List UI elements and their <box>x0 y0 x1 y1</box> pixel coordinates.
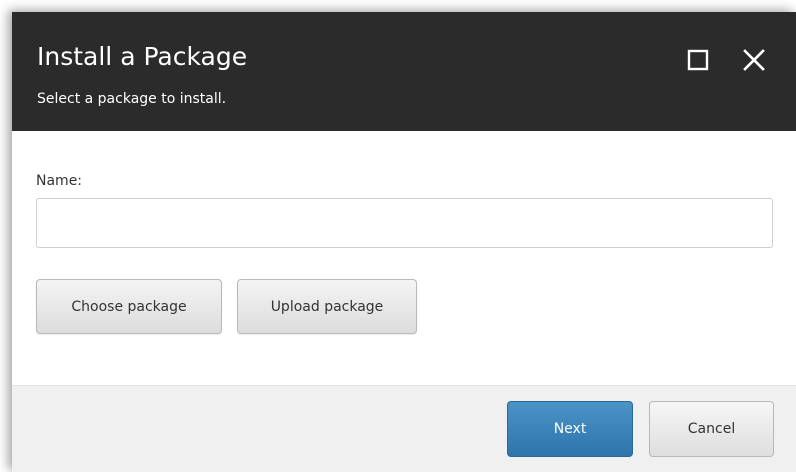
dialog-footer: Next Cancel <box>12 385 796 472</box>
cancel-button[interactable]: Cancel <box>649 401 774 457</box>
choose-package-button[interactable]: Choose package <box>36 279 222 334</box>
dialog-subtitle: Select a package to install. <box>37 91 227 107</box>
upload-package-button[interactable]: Upload package <box>237 279 417 334</box>
close-icon <box>743 49 765 71</box>
next-button[interactable]: Next <box>507 401 633 457</box>
maximize-icon <box>687 49 709 71</box>
dialog-header: Install a Package Select a package to in… <box>12 12 796 131</box>
close-button[interactable] <box>738 44 770 76</box>
name-input[interactable] <box>36 198 773 248</box>
install-package-dialog: Install a Package Select a package to in… <box>12 12 796 472</box>
name-label: Name: <box>36 173 83 189</box>
maximize-button[interactable] <box>682 44 714 76</box>
dialog-title: Install a Package <box>37 42 248 71</box>
dialog-body: Name: Choose package Upload package <box>12 131 796 385</box>
